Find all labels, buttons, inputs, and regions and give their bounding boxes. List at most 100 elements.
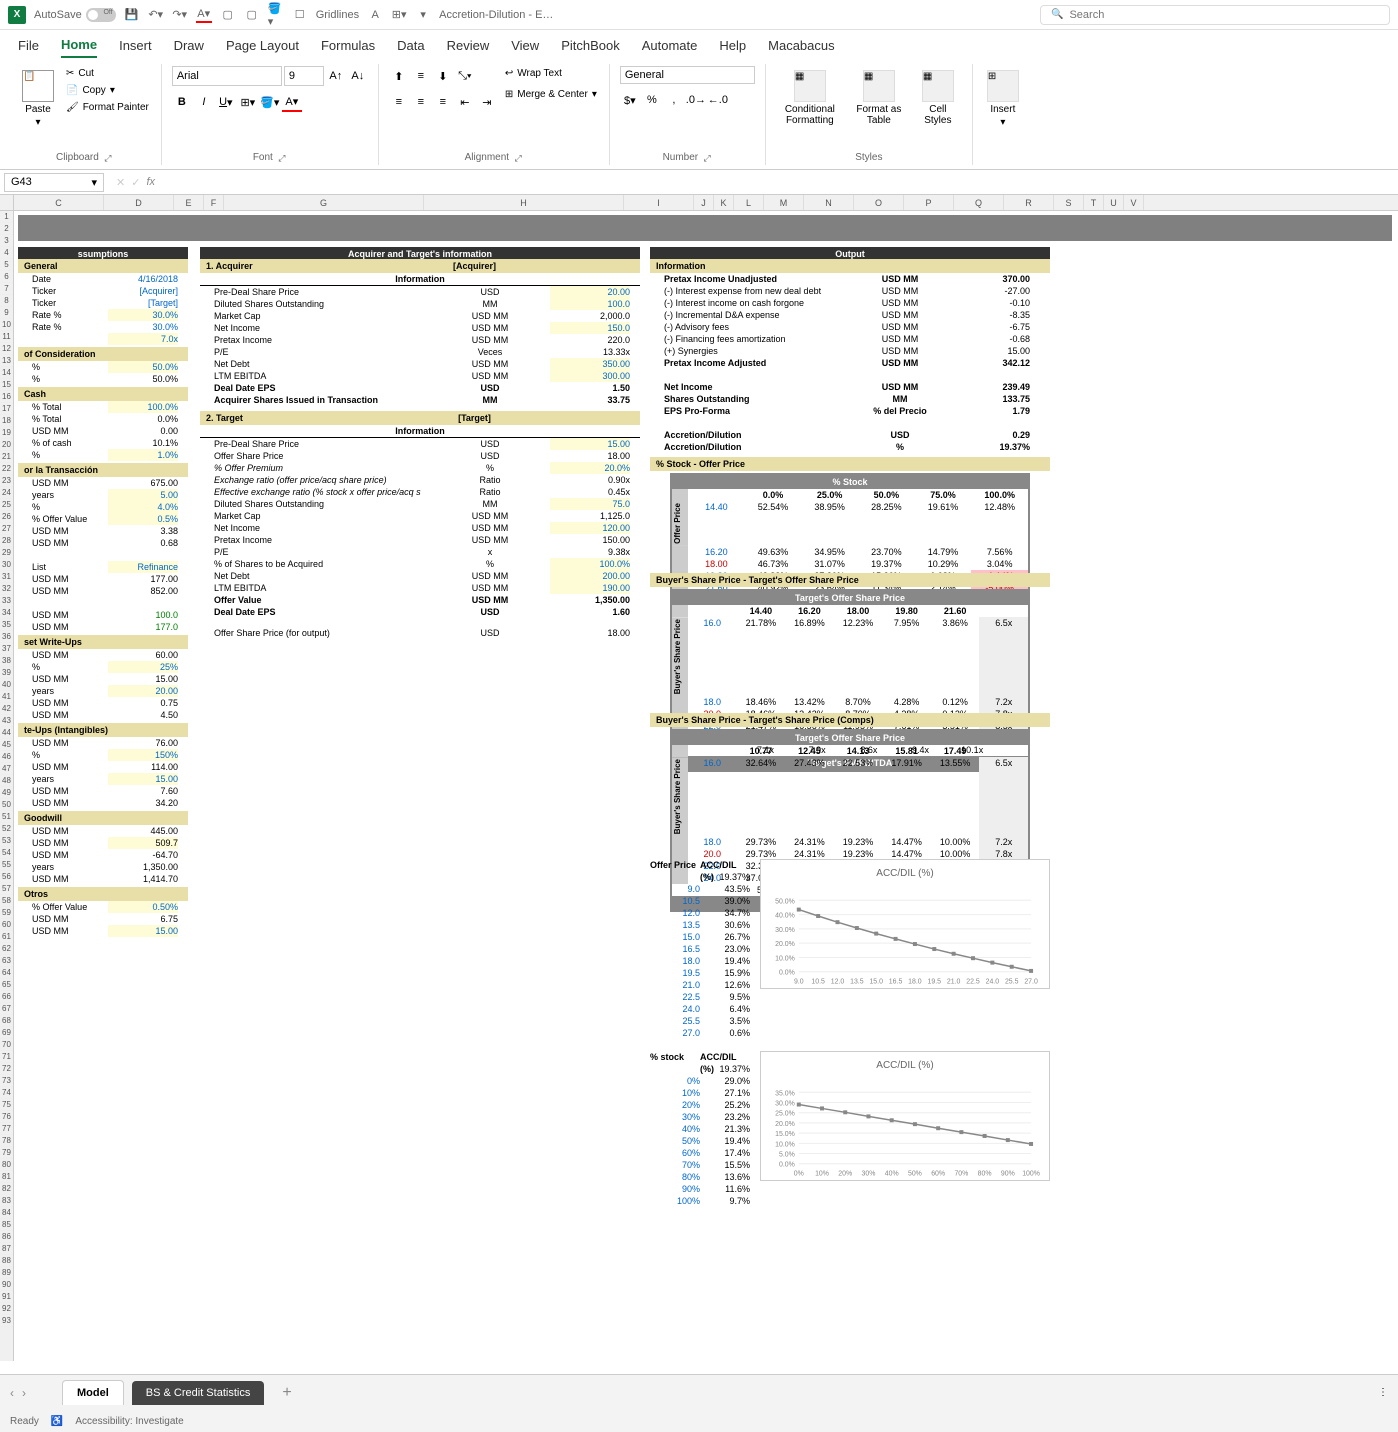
row-header[interactable]: 76 (0, 1111, 13, 1123)
col-header[interactable]: R (1004, 195, 1054, 210)
row-header[interactable]: 25 (0, 499, 13, 511)
add-sheet-button[interactable]: + (282, 1384, 291, 1402)
cut-button[interactable]: ✂Cut (64, 66, 151, 81)
row-header[interactable]: 5 (0, 259, 13, 271)
number-format-select[interactable] (620, 66, 755, 84)
row-header[interactable]: 23 (0, 475, 13, 487)
row-header[interactable]: 21 (0, 451, 13, 463)
row-header[interactable]: 67 (0, 1003, 13, 1015)
row-header[interactable]: 8 (0, 295, 13, 307)
row-header[interactable]: 56 (0, 871, 13, 883)
row-header[interactable]: 13 (0, 355, 13, 367)
row-header[interactable]: 38 (0, 655, 13, 667)
row-header[interactable]: 72 (0, 1063, 13, 1075)
align-right-icon[interactable]: ≡ (433, 92, 453, 112)
tab-home[interactable]: Home (61, 33, 97, 58)
row-header[interactable]: 75 (0, 1099, 13, 1111)
row-header[interactable]: 52 (0, 823, 13, 835)
tab-review[interactable]: Review (447, 34, 490, 57)
row-header[interactable]: 33 (0, 595, 13, 607)
row-header[interactable]: 43 (0, 715, 13, 727)
font-name-select[interactable] (172, 66, 282, 86)
cancel-icon[interactable]: ✕ (116, 176, 125, 189)
row-header[interactable]: 36 (0, 631, 13, 643)
select-all-corner[interactable] (0, 195, 14, 210)
paste-button[interactable]: 📋 Paste ▾ (18, 66, 58, 132)
row-header[interactable]: 17 (0, 403, 13, 415)
col-header[interactable]: H (424, 195, 624, 210)
row-header[interactable]: 34 (0, 607, 13, 619)
tab-help[interactable]: Help (719, 34, 746, 57)
row-header[interactable]: 3 (0, 235, 13, 247)
border-button[interactable]: ⊞▾ (238, 92, 258, 112)
qat-icon[interactable]: ⊞▾ (391, 7, 407, 23)
row-header[interactable]: 27 (0, 523, 13, 535)
row-header[interactable]: 49 (0, 787, 13, 799)
row-header[interactable]: 39 (0, 667, 13, 679)
col-header[interactable]: M (764, 195, 804, 210)
row-header[interactable]: 63 (0, 955, 13, 967)
increase-decimal-icon[interactable]: .0→ (686, 90, 706, 110)
row-header[interactable]: 86 (0, 1231, 13, 1243)
col-header[interactable]: S (1054, 195, 1084, 210)
row-header[interactable]: 4 (0, 247, 13, 259)
row-header[interactable]: 40 (0, 679, 13, 691)
row-header[interactable]: 47 (0, 763, 13, 775)
row-header[interactable]: 35 (0, 619, 13, 631)
row-header[interactable]: 14 (0, 367, 13, 379)
row-header[interactable]: 24 (0, 487, 13, 499)
col-header[interactable]: I (624, 195, 694, 210)
row-header[interactable]: 30 (0, 559, 13, 571)
italic-button[interactable]: I (194, 92, 214, 112)
save-icon[interactable]: 💾 (124, 7, 140, 23)
row-header[interactable]: 68 (0, 1015, 13, 1027)
row-header[interactable]: 37 (0, 643, 13, 655)
row-header[interactable]: 84 (0, 1207, 13, 1219)
align-left-icon[interactable]: ≡ (389, 92, 409, 112)
row-header[interactable]: 70 (0, 1039, 13, 1051)
formula-input[interactable] (163, 174, 1398, 190)
row-header[interactable]: 60 (0, 919, 13, 931)
dialog-launcher-icon[interactable]: ⤢ (702, 153, 712, 163)
row-header[interactable]: 10 (0, 319, 13, 331)
chart[interactable]: ACC/DIL (%)0.0%10.0%20.0%30.0%40.0%50.0%… (760, 859, 1050, 989)
enter-icon[interactable]: ✓ (131, 176, 140, 189)
align-center-icon[interactable]: ≡ (411, 92, 431, 112)
row-header[interactable]: 48 (0, 775, 13, 787)
row-header[interactable]: 91 (0, 1291, 13, 1303)
sheet-tab-bs[interactable]: BS & Credit Statistics (132, 1381, 265, 1405)
col-header[interactable]: L (734, 195, 764, 210)
row-header[interactable]: 2 (0, 223, 13, 235)
col-header[interactable]: E (174, 195, 204, 210)
row-header[interactable]: 44 (0, 727, 13, 739)
row-header[interactable]: 19 (0, 427, 13, 439)
decrease-indent-icon[interactable]: ⇤ (455, 92, 475, 112)
dialog-launcher-icon[interactable]: ⤢ (513, 153, 523, 163)
row-header[interactable]: 53 (0, 835, 13, 847)
merge-center-button[interactable]: ⊞Merge & Center ▾ (503, 87, 599, 102)
row-header[interactable]: 15 (0, 379, 13, 391)
redo-icon[interactable]: ↷▾ (172, 7, 188, 23)
tab-insert[interactable]: Insert (119, 34, 152, 57)
font-color-button[interactable]: A▾ (282, 92, 302, 112)
row-header[interactable]: 88 (0, 1255, 13, 1267)
comma-icon[interactable]: , (664, 90, 684, 110)
align-middle-icon[interactable]: ≡ (411, 66, 431, 86)
underline-button[interactable]: U▾ (216, 92, 236, 112)
qat-icon[interactable]: ▢ (220, 7, 236, 23)
row-header[interactable]: 55 (0, 859, 13, 871)
col-header[interactable]: U (1104, 195, 1124, 210)
tab-view[interactable]: View (511, 34, 539, 57)
row-header[interactable]: 46 (0, 751, 13, 763)
tab-page-layout[interactable]: Page Layout (226, 34, 299, 57)
row-header[interactable]: 6 (0, 271, 13, 283)
format-as-table-button[interactable]: ▦Format as Table (850, 66, 908, 130)
row-header[interactable]: 32 (0, 583, 13, 595)
tab-options-icon[interactable]: ⋮ (1378, 1387, 1388, 1398)
undo-icon[interactable]: ↶▾ (148, 7, 164, 23)
sheet-nav-next[interactable]: › (22, 1386, 26, 1400)
row-header[interactable]: 41 (0, 691, 13, 703)
row-header[interactable]: 61 (0, 931, 13, 943)
col-header[interactable]: O (854, 195, 904, 210)
sheet-nav-prev[interactable]: ‹ (10, 1386, 14, 1400)
